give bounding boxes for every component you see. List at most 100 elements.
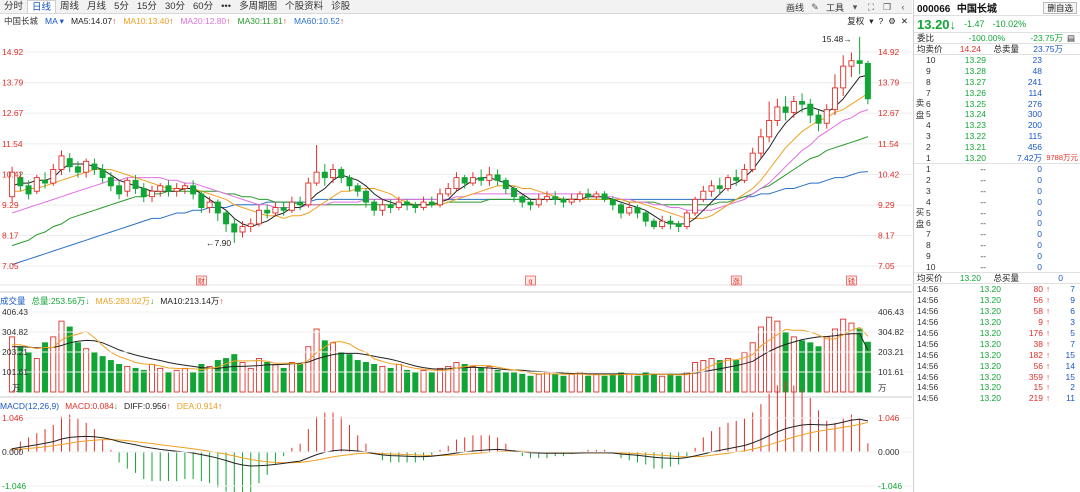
level-number: 3 [926,130,931,141]
buy-level-row[interactable]: 4 -- 0 [926,196,1080,207]
remove-watchlist-button[interactable]: 删自选 [1043,1,1077,14]
price-change-pct: -10.02% [992,19,1027,29]
candle-down [338,169,345,179]
trade-volume: 56 [1033,295,1043,306]
volume-bar-down [807,342,814,393]
trade-row: 14:56 13.20 80 ↑ 7 [914,284,1080,295]
candle-down [404,201,411,206]
volume-bar-down [428,371,435,393]
volume-bar-up [543,371,550,393]
sell-level-row[interactable]: 9 13.28 48 [926,66,1080,77]
volume-bar-down [716,360,723,393]
level-number: 5 [926,207,931,218]
volume-bar-up [148,363,156,393]
volume-ma10-label: MA10:213.14万 [160,295,220,306]
candle-down [198,193,205,208]
level-price: -- [980,239,986,250]
stock-chart[interactable]: 14.92 14.92 13.79 13.79 12.67 12.67 11.54 11.54… [0,0,912,492]
buy-level-row[interactable]: 7 -- 0 [926,229,1080,240]
sell-level-row[interactable]: 8 13.27 241 [926,77,1080,88]
level-volume: 23 [1032,55,1042,66]
volume-bar-down [346,354,353,393]
candle-up [313,171,320,184]
up-arrow-icon: ↑ [1045,349,1051,360]
level-volume: 0 [1037,185,1042,196]
volume-bars [9,316,871,393]
trade-price: 13.20 [979,382,1001,393]
sell-level-row[interactable]: 5 13.24 300 [926,109,1080,120]
document-icon[interactable]: ▤ [1067,33,1075,44]
sell-level-row[interactable]: 2 13.21 456 [926,141,1080,152]
level-volume: 276 [1027,98,1042,109]
buy-level-row[interactable]: 1 -- 0 [926,164,1080,175]
stock-name: 中国长城 [956,4,997,15]
level-price: 13.26 [964,87,986,98]
level-price: -- [980,164,986,175]
event-markers: 财q涨钱 [196,275,857,286]
event-marker-label: 涨 [733,277,740,286]
candle-up [626,207,633,214]
buy-level-row[interactable]: 10 -- 0 [926,261,1080,272]
up-arrow-icon: ↑ [1045,306,1051,317]
volume-bar-down [856,328,863,393]
candle-down [601,193,608,200]
level-volume: 0 [1037,207,1042,218]
candle-up [568,198,575,203]
candle-down [618,204,625,214]
level-volume: 0 [1037,261,1042,272]
price-tick-right: 10.42 [878,169,900,179]
sell-level-row[interactable]: 1 13.20 7.42万 9788万元 [926,152,1080,163]
candle-up [420,201,427,208]
up-arrow-icon: ↑ [1045,393,1051,404]
level-price: 13.29 [964,55,986,66]
total-buy-value: 0 [1058,272,1063,283]
trade-row: 14:56 13.20 176 ↑ 5 [914,328,1080,339]
candle-up [379,204,386,211]
candles [9,36,871,243]
buy-level-row[interactable]: 5 -- 0 [926,207,1080,218]
buy-level-row[interactable]: 8 -- 0 [926,240,1080,251]
sell-level-row[interactable]: 10 13.29 23 [926,55,1080,66]
candle-up [453,177,460,189]
trade-row: 14:56 13.20 56 ↑ 14 [914,360,1080,371]
candle-down [66,158,73,168]
volume-bar-down [511,371,518,393]
diff-value-label: DIFF:0.956 [123,400,167,411]
buy-level-row[interactable]: 2 -- 0 [926,175,1080,186]
trade-volume: 359 [1028,371,1043,382]
last-price-value: 13.20 [917,16,950,32]
level-price: -- [980,218,986,229]
candle-up [741,169,748,181]
level-volume: 114 [1028,87,1042,98]
candle-down [140,188,147,198]
volume-title: 成交量 [0,295,26,306]
level-number: 7 [926,87,931,98]
candle-down [412,204,419,208]
trade-row: 14:56 13.20 56 ↑ 9 [914,295,1080,306]
trade-count: 15 [1065,371,1075,382]
trade-volume: 9 [1038,317,1043,328]
trade-count: 11 [1066,393,1075,404]
buy-level-row[interactable]: 6 -- 0 [926,218,1080,229]
volume-bar-up [823,336,830,393]
candle-down [321,171,328,179]
ma60-line [11,171,868,266]
sell-level-row[interactable]: 4 13.23 200 [926,120,1080,131]
tick-trades: 14:56 13.20 80 ↑ 7 14:56 13.20 56 ↑ 9 14:56 13.20 58… [914,282,1080,404]
sell-level-row[interactable]: 6 13.25 276 [926,98,1080,109]
volume-tick-right: 304.82 [878,327,904,337]
sell-level-row[interactable]: 7 13.26 114 [926,87,1080,98]
volume-total-label: 总量:253.56万 [31,295,86,306]
buy-level-row[interactable]: 9 -- 0 [926,250,1080,261]
price-tick-left: 7.05 [2,261,19,271]
dea-line [12,421,869,464]
candle-up [50,169,57,184]
level-amount: 9788万元 [1046,153,1078,163]
volume-bar-up [305,346,312,393]
buy-level-row[interactable]: 3 -- 0 [926,186,1080,197]
quote-header: 000066 中国长城 删自选 [914,0,1080,16]
sell-level-row[interactable]: 3 13.22 115 [926,131,1080,142]
up-arrow-icon: ↑ [217,400,223,411]
volume-bar-up [568,373,575,393]
buy-side-label: 买 盘 [914,164,926,272]
